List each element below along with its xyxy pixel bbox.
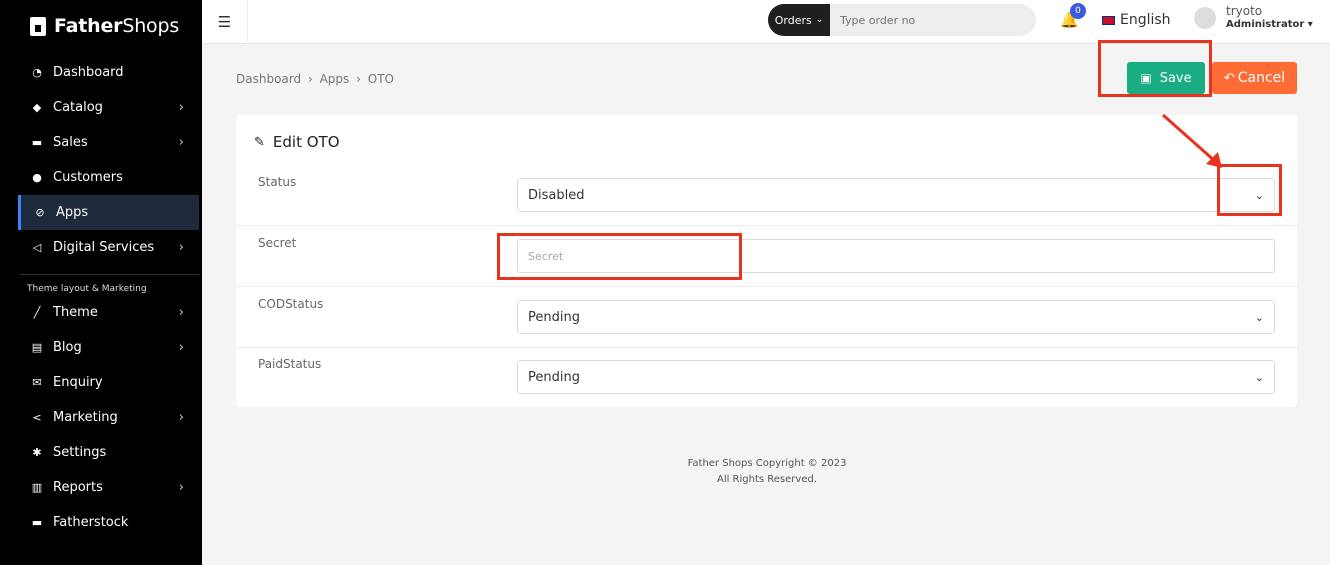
chevron-down-icon: ⌄	[1254, 370, 1264, 384]
sidebar-item-apps[interactable]: ⊘ Apps	[18, 195, 199, 230]
sidebar-item-settings[interactable]: ✱ Settings	[0, 435, 202, 470]
sidebar-item-label: Blog	[53, 340, 82, 355]
undo-arrow-icon: ↶	[1223, 70, 1235, 86]
newspaper-icon: ▤	[31, 341, 43, 354]
field-label: CODStatus	[258, 297, 324, 311]
chevron-right-icon: ›	[178, 480, 184, 495]
field-label: Secret	[258, 236, 297, 250]
sidebar-item-label: Theme	[53, 305, 98, 320]
cancel-button[interactable]: ↶ Cancel	[1212, 62, 1297, 94]
form-row-paidstatus: PaidStatus Pending ⌄	[236, 347, 1297, 408]
field-label: Status	[258, 175, 297, 189]
chevron-right-icon: ›	[178, 340, 184, 355]
pencil-icon: ✎	[254, 134, 265, 150]
sidebar-item-fatherstock[interactable]: ▬ Fatherstock	[0, 505, 202, 540]
status-select[interactable]: Disabled ⌄	[517, 178, 1275, 212]
breadcrumb-dashboard[interactable]: Dashboard	[236, 72, 301, 86]
apps-icon: ⊘	[35, 206, 45, 219]
envelope-icon: ✉	[32, 376, 42, 389]
dashboard-icon: ◔	[32, 66, 42, 79]
shop-bag-icon	[30, 16, 46, 36]
annotation-highlight-secret	[497, 233, 742, 280]
sidebar-item-label: Dashboard	[53, 65, 124, 80]
gear-icon: ✱	[32, 446, 42, 459]
sidebar-item-label: Fatherstock	[53, 515, 129, 530]
language-selector[interactable]: English	[1102, 12, 1171, 28]
breadcrumb-separator: ›	[356, 72, 361, 86]
notifications-button[interactable]: 🔔 0	[1060, 3, 1086, 32]
sidebar-item-label: Catalog	[53, 100, 103, 115]
avatar	[1194, 7, 1216, 29]
card-title: ✎ Edit OTO	[254, 133, 340, 151]
form-row-codstatus: CODStatus Pending ⌄	[236, 287, 1297, 348]
form-row-secret: Secret Secret	[236, 226, 1297, 287]
sidebar-nav: ◔ Dashboard ◆ Catalog › ▬ Sales › ● Cust…	[0, 55, 202, 540]
sidebar-item-label: Sales	[53, 135, 88, 150]
notification-badge: 0	[1070, 3, 1086, 19]
field-label: PaidStatus	[258, 357, 322, 371]
breadcrumb-separator: ›	[307, 72, 313, 86]
paidstatus-select[interactable]: Pending ⌄	[517, 360, 1275, 394]
bullhorn-icon: ◁	[32, 241, 42, 254]
chevron-right-icon: ›	[178, 135, 184, 150]
chart-icon: ▥	[31, 481, 43, 494]
sidebar-item-label: Apps	[56, 205, 89, 220]
sidebar-item-label: Customers	[53, 170, 123, 185]
sidebar-item-label: Enquiry	[53, 375, 103, 390]
user-menu[interactable]: tryoto Administrator ▾	[1194, 4, 1313, 32]
chevron-down-icon: ⌄	[815, 15, 824, 25]
annotation-arrow-icon	[1162, 113, 1222, 168]
sidebar-item-marketing[interactable]: < Marketing ›	[0, 400, 202, 435]
sidebar-item-label: Digital Services	[53, 240, 155, 255]
sidebar-divider	[20, 274, 199, 275]
menu-toggle-button[interactable]: ☰	[202, 0, 248, 44]
sidebar-item-sales[interactable]: ▬ Sales ›	[0, 125, 202, 160]
sidebar-item-enquiry[interactable]: ✉ Enquiry	[0, 365, 202, 400]
topbar: ☰ Orders⌄ 🔔 0 English tryoto Administrat…	[202, 0, 1330, 44]
search-type-select[interactable]: Orders ⌄	[768, 4, 830, 36]
user-role: Administrator ▾	[1226, 19, 1313, 30]
sidebar-item-digital-services[interactable]: ◁ Digital Services ›	[0, 230, 202, 265]
chevron-right-icon: ›	[178, 305, 184, 320]
cart-icon: ▬	[31, 136, 43, 149]
user-name: tryoto	[1226, 4, 1263, 18]
sidebar-item-dashboard[interactable]: ◔ Dashboard	[0, 55, 202, 90]
cart-icon: ▬	[31, 516, 43, 529]
uk-flag-icon	[1102, 15, 1115, 25]
sidebar-item-label: Reports	[53, 480, 103, 495]
sidebar-item-reports[interactable]: ▥ Reports ›	[0, 470, 202, 505]
chevron-right-icon: ›	[178, 100, 184, 115]
breadcrumb: Dashboard › Apps › OTO	[236, 72, 397, 86]
sidebar-item-theme[interactable]: ╱ Theme ›	[0, 295, 202, 330]
breadcrumb-apps[interactable]: Apps	[320, 72, 350, 86]
menu-collapse-icon: ☰	[217, 13, 232, 31]
sidebar-item-customers[interactable]: ● Customers	[0, 160, 202, 195]
brand-logo[interactable]: FatherShops	[30, 12, 179, 40]
form-row-status: Status Disabled ⌄	[236, 165, 1297, 226]
sidebar-item-blog[interactable]: ▤ Blog ›	[0, 330, 202, 365]
brush-icon: ╱	[33, 306, 41, 319]
breadcrumb-current: OTO	[367, 72, 394, 86]
edit-form-card: ✎ Edit OTO Status Disabled ⌄ Secret Secr…	[236, 115, 1297, 407]
share-icon: <	[32, 411, 42, 424]
footer: Father Shops Copyright © 2023 All Rights…	[687, 458, 847, 485]
chevron-right-icon: ›	[178, 410, 184, 425]
sidebar-item-label: Settings	[53, 445, 107, 460]
chevron-down-icon: ⌄	[1254, 310, 1264, 324]
sidebar-item-label: Marketing	[53, 410, 118, 425]
sidebar: FatherShops ◔ Dashboard ◆ Catalog › ▬ Sa…	[0, 0, 202, 565]
codstatus-select[interactable]: Pending ⌄	[517, 300, 1275, 334]
order-search: Orders ⌄	[768, 4, 1036, 36]
search-input[interactable]	[840, 13, 1020, 27]
user-icon: ●	[32, 171, 42, 184]
tag-icon: ◆	[32, 101, 42, 114]
annotation-highlight-save	[1098, 40, 1212, 97]
sidebar-item-catalog[interactable]: ◆ Catalog ›	[0, 90, 202, 125]
chevron-right-icon: ›	[178, 240, 184, 255]
